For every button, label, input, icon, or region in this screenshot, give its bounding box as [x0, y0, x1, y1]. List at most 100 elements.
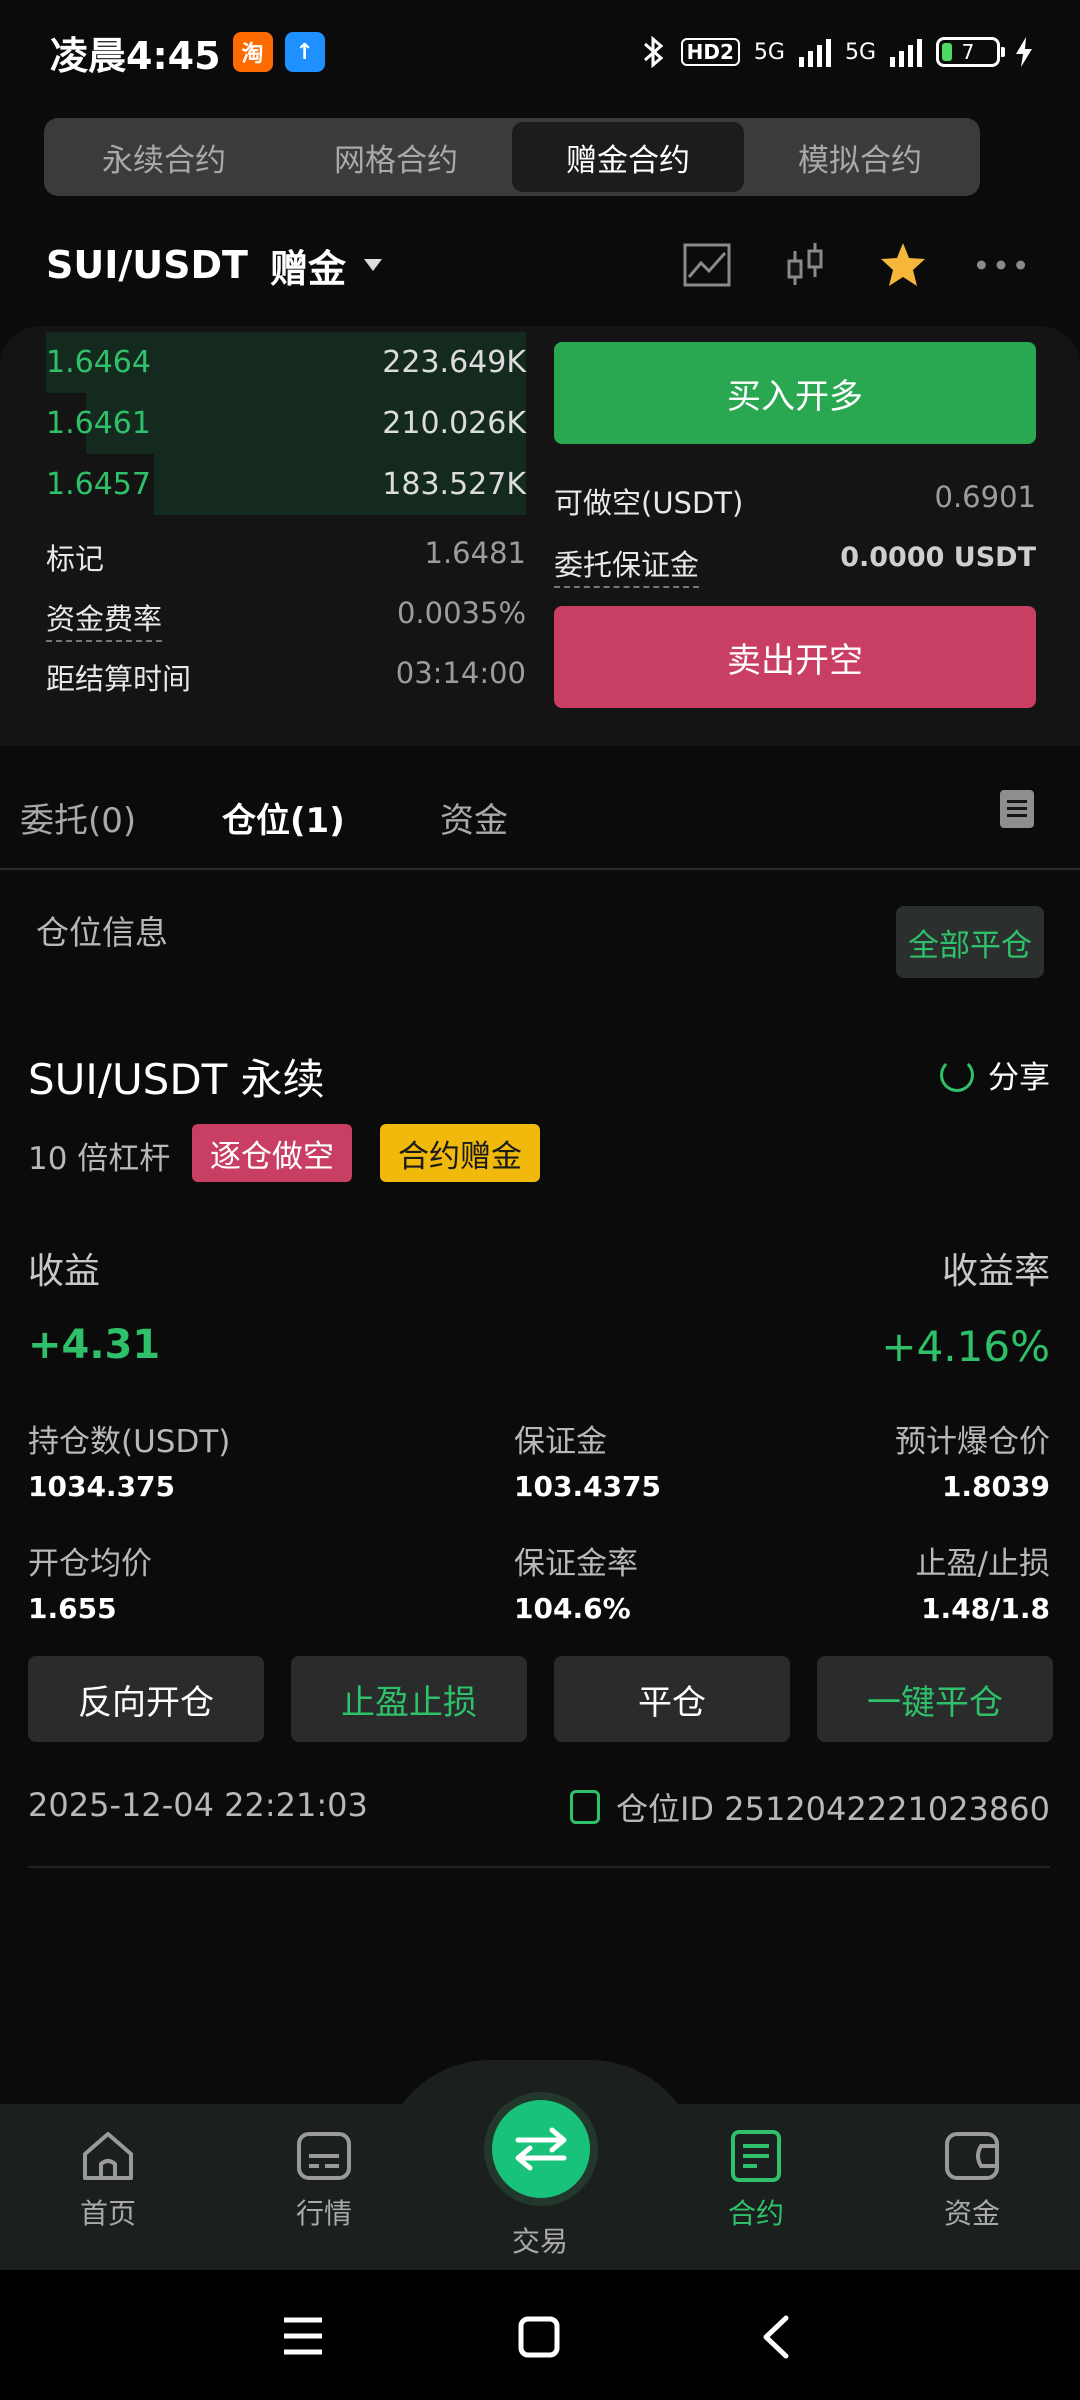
share-icon: [940, 1057, 974, 1092]
wallet-icon: [945, 2132, 999, 2180]
chevron-down-icon[interactable]: [363, 259, 382, 271]
tpsl-button[interactable]: 止盈止损: [291, 1656, 527, 1742]
order-margin-value: 0.0000 USDT: [840, 542, 1036, 573]
nav-contract[interactable]: 合约: [686, 2128, 826, 2232]
share-button[interactable]: 分享: [940, 1052, 1050, 1097]
nav-assets[interactable]: 资金: [902, 2128, 1042, 2232]
liq-price-label: 预计爆仓价: [895, 1424, 1050, 1460]
mark-price-row: 标记 1.6481: [46, 536, 526, 578]
charging-icon: [1016, 37, 1032, 67]
tab-simulation[interactable]: 模拟合约: [744, 122, 976, 192]
liq-price-value: 1.8039: [941, 1470, 1050, 1503]
nav-trade-label: 交易: [511, 2225, 568, 2258]
order-book-row[interactable]: 1.6457 183.527K: [28, 454, 526, 515]
menu-icon[interactable]: [282, 2316, 324, 2356]
network-label-2: 5G: [844, 39, 876, 65]
signal-icon: [798, 37, 831, 67]
mode-badge: 逐仓做空: [192, 1124, 352, 1182]
entry-price-value: 1.655: [28, 1592, 117, 1625]
short-avail-label: 可做空(USDT): [554, 486, 744, 520]
short-avail-value: 0.6901: [934, 480, 1036, 514]
pair-header: SUI/USDT 赠金: [46, 230, 1046, 300]
hd-badge: HD2: [680, 38, 740, 66]
settle-label: 距结算时间: [46, 662, 192, 696]
order-book: 1.6464 223.649K 1.6461 210.026K 1.6457 1…: [28, 332, 526, 515]
buy-long-button[interactable]: 买入开多: [554, 342, 1036, 444]
position-open-time: 2025-12-04 22:21:03: [28, 1786, 368, 1824]
order-book-row[interactable]: 1.6464 223.649K: [28, 332, 526, 393]
tpsl-value: 1.48/1.8: [921, 1592, 1050, 1625]
nav-home-label: 首页: [79, 2197, 136, 2230]
pair-tag[interactable]: 赠金: [270, 238, 346, 293]
sell-short-button[interactable]: 卖出开空: [554, 606, 1036, 708]
funding-value: 0.0035%: [396, 596, 526, 630]
nav-trade[interactable]: 交易: [470, 2212, 610, 2260]
pnl-value: +4.31: [28, 1322, 161, 1368]
tab-bonus[interactable]: 赠金合约: [512, 122, 744, 192]
position-id[interactable]: 仓位ID 2512042221023860: [569, 1784, 1050, 1830]
entry-price-label: 开仓均价: [28, 1546, 152, 1582]
ob-qty: 210.026K: [382, 406, 526, 441]
divider: [28, 1866, 1050, 1868]
document-icon[interactable]: [1000, 790, 1034, 828]
ob-price: 1.6461: [46, 406, 151, 441]
swap-icon: [515, 2127, 567, 2171]
margin-value: 103.4375: [514, 1470, 662, 1503]
position-info-title: 仓位信息: [36, 913, 168, 952]
order-margin-label[interactable]: 委托保证金: [554, 542, 700, 588]
order-margin-row: 委托保证金 0.0000 USDT: [554, 542, 1036, 588]
status-right: HD2 5G 5G 7: [641, 34, 1034, 70]
position-symbol: SUI/USDT 永续: [28, 1055, 325, 1104]
pair-name[interactable]: SUI/USDT: [46, 243, 248, 287]
short-available-row: 可做空(USDT) 0.6901: [554, 480, 1036, 522]
pnl-label: 收益: [28, 1251, 101, 1292]
close-position-button[interactable]: 平仓: [554, 1656, 790, 1742]
nav-home[interactable]: 首页: [38, 2128, 178, 2232]
copy-icon[interactable]: [569, 1790, 600, 1824]
margin-label: 保证金: [514, 1424, 607, 1460]
nav-market[interactable]: 行情: [254, 2128, 394, 2232]
tab-perpetual[interactable]: 永续合约: [48, 122, 280, 192]
tab-positions[interactable]: 仓位(1): [222, 793, 345, 842]
settle-value: 03:14:00: [395, 656, 526, 690]
candlestick-icon[interactable]: [780, 240, 830, 290]
back-icon[interactable]: [760, 2314, 790, 2360]
trade-button[interactable]: [492, 2100, 590, 2198]
leverage-label: 10 倍杠杆: [28, 1141, 171, 1177]
reverse-open-button[interactable]: 反向开仓: [28, 1656, 264, 1742]
tpsl-label: 止盈/止损: [915, 1546, 1050, 1582]
star-icon[interactable]: [878, 240, 928, 290]
roi-label: 收益率: [941, 1251, 1050, 1292]
battery-level: 7: [961, 40, 975, 64]
nav-contract-label: 合约: [727, 2197, 784, 2230]
market-icon: [297, 2132, 351, 2180]
share-label: 分享: [988, 1060, 1050, 1096]
margin-ratio-value: 104.6%: [514, 1592, 631, 1625]
system-nav-bar: [0, 2270, 1080, 2400]
ob-price: 1.6457: [46, 467, 151, 502]
home-square-icon[interactable]: [518, 2316, 560, 2358]
settlement-row: 距结算时间 03:14:00: [46, 656, 526, 698]
contract-type-tabs: 永续合约 网格合约 赠金合约 模拟合约: [44, 118, 980, 196]
position-id-text: 仓位ID 2512042221023860: [615, 1790, 1050, 1828]
funding-rate-row: 资金费率 0.0035%: [46, 596, 526, 642]
header-icons: [682, 240, 1026, 290]
tab-assets[interactable]: 资金: [440, 793, 508, 842]
more-icon[interactable]: [976, 240, 1026, 290]
size-value: 1034.375: [28, 1470, 176, 1503]
nav-assets-label: 资金: [943, 2197, 1000, 2230]
chart-icon[interactable]: [682, 240, 732, 290]
nav-market-label: 行情: [295, 2197, 352, 2230]
funding-label[interactable]: 资金费率: [46, 596, 163, 642]
quick-close-button[interactable]: 一键平仓: [817, 1656, 1053, 1742]
close-all-button[interactable]: 全部平仓: [896, 906, 1044, 978]
tab-grid[interactable]: 网格合约: [280, 122, 512, 192]
order-book-row[interactable]: 1.6461 210.026K: [28, 393, 526, 454]
taobao-icon: 淘: [232, 32, 273, 72]
home-icon: [83, 2132, 133, 2180]
position-tabs: 委托(0) 仓位(1) 资金: [0, 766, 1080, 870]
contract-icon: [731, 2130, 781, 2182]
tab-orders[interactable]: 委托(0): [20, 793, 136, 842]
status-time: 凌晨4:45: [50, 33, 221, 78]
ob-qty: 223.649K: [382, 345, 526, 380]
